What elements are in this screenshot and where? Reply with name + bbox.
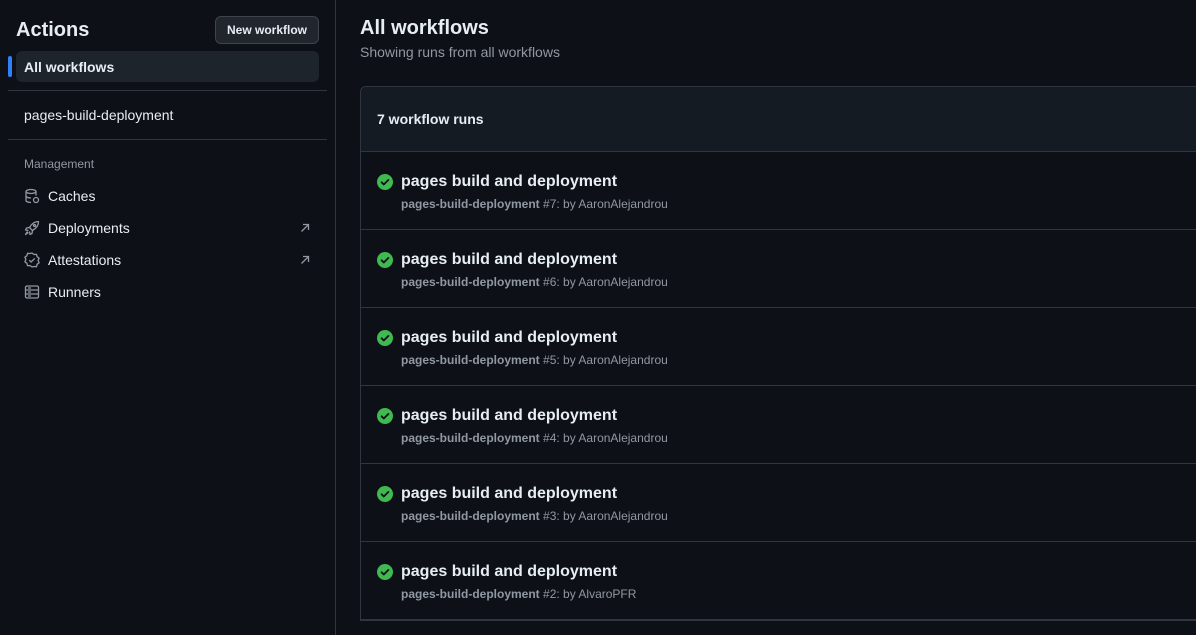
- run-number: #4: [543, 431, 557, 445]
- sidebar: Actions New workflow All workflows pages…: [0, 0, 336, 635]
- run-meta: pages-build-deployment #7: by AaronAleja…: [401, 197, 668, 211]
- run-workflow-name: pages-build-deployment: [401, 509, 540, 523]
- run-title-link[interactable]: pages build and deployment: [401, 328, 668, 348]
- sidebar-item-label: Attestations: [48, 252, 122, 268]
- run-actor: : by AaronAlejandrou: [556, 431, 668, 445]
- sidebar-item-runners[interactable]: Runners: [8, 276, 327, 308]
- runs-container: pages build and deployment pages-build-d…: [361, 152, 1196, 620]
- run-workflow-name: pages-build-deployment: [401, 275, 540, 289]
- run-details: pages build and deployment pages-build-d…: [401, 172, 668, 211]
- success-check-icon: [377, 408, 393, 424]
- runs-count-header: 7 workflow runs: [361, 87, 1196, 152]
- success-check-icon: [377, 330, 393, 346]
- sidebar-item-label: All workflows: [24, 58, 115, 75]
- workflow-runs-list: 7 workflow runs pages build and deployme…: [360, 86, 1196, 621]
- sidebar-item-attestations[interactable]: Attestations: [8, 244, 327, 276]
- server-icon: [24, 284, 40, 300]
- run-meta: pages-build-deployment #2: by AlvaroPFR: [401, 587, 636, 601]
- app-layout: Actions New workflow All workflows pages…: [0, 0, 1196, 635]
- sidebar-item-label: Deployments: [48, 220, 130, 236]
- main-content: All workflows Showing runs from all work…: [336, 0, 1196, 635]
- sidebar-item-label: Caches: [48, 188, 96, 204]
- sidebar-title: Actions: [16, 18, 90, 41]
- workflow-run-row[interactable]: pages build and deployment pages-build-d…: [361, 230, 1196, 308]
- run-meta: pages-build-deployment #4: by AaronAleja…: [401, 431, 668, 445]
- run-actor: : by AaronAlejandrou: [556, 509, 668, 523]
- sidebar-item-workflow[interactable]: pages-build-deployment: [8, 99, 327, 131]
- run-title-link[interactable]: pages build and deployment: [401, 484, 668, 504]
- workflow-run-row[interactable]: pages build and deployment pages-build-d…: [361, 386, 1196, 464]
- run-actor: : by AaronAlejandrou: [556, 197, 668, 211]
- runs-count: 7 workflow runs: [377, 111, 484, 127]
- page-subtitle: Showing runs from all workflows: [360, 44, 560, 60]
- success-check-icon: [377, 252, 393, 268]
- run-workflow-name: pages-build-deployment: [401, 587, 540, 601]
- sidebar-divider: [8, 90, 327, 91]
- management-list: Caches Deployments Attestations Runners: [8, 180, 327, 308]
- sidebar-item-deployments[interactable]: Deployments: [8, 212, 327, 244]
- sidebar-item-label: Runners: [48, 284, 101, 300]
- run-details: pages build and deployment pages-build-d…: [401, 328, 668, 367]
- workflow-run-row[interactable]: pages build and deployment pages-build-d…: [361, 152, 1196, 230]
- run-details: pages build and deployment pages-build-d…: [401, 562, 636, 601]
- run-actor: : by AaronAlejandrou: [556, 275, 668, 289]
- run-meta: pages-build-deployment #6: by AaronAleja…: [401, 275, 668, 289]
- run-number: #7: [543, 197, 557, 211]
- run-actor: : by AaronAlejandrou: [556, 353, 668, 367]
- database-icon: [24, 188, 40, 204]
- run-title-link[interactable]: pages build and deployment: [401, 406, 668, 426]
- sidebar-item-caches[interactable]: Caches: [8, 180, 327, 212]
- rocket-icon: [24, 220, 40, 236]
- verified-shield-icon: [24, 252, 40, 268]
- run-title-link[interactable]: pages build and deployment: [401, 250, 668, 270]
- sidebar-item-all-workflows[interactable]: All workflows: [8, 51, 319, 82]
- run-actor: : by AlvaroPFR: [556, 587, 637, 601]
- workflow-run-row[interactable]: pages build and deployment pages-build-d…: [361, 542, 1196, 620]
- run-number: #5: [543, 353, 557, 367]
- external-link-icon: [299, 222, 311, 234]
- run-details: pages build and deployment pages-build-d…: [401, 484, 668, 523]
- external-link-icon: [299, 254, 311, 266]
- sidebar-header: Actions New workflow: [8, 0, 327, 46]
- run-workflow-name: pages-build-deployment: [401, 431, 540, 445]
- management-heading: Management: [24, 157, 95, 171]
- run-details: pages build and deployment pages-build-d…: [401, 250, 668, 289]
- run-title-link[interactable]: pages build and deployment: [401, 562, 636, 582]
- sidebar-divider: [8, 139, 327, 140]
- run-title-link[interactable]: pages build and deployment: [401, 172, 668, 192]
- success-check-icon: [377, 174, 393, 190]
- new-workflow-button[interactable]: New workflow: [214, 16, 319, 44]
- run-details: pages build and deployment pages-build-d…: [401, 406, 668, 445]
- run-number: #2: [543, 587, 557, 601]
- run-number: #3: [543, 509, 557, 523]
- run-meta: pages-build-deployment #3: by AaronAleja…: [401, 509, 668, 523]
- run-workflow-name: pages-build-deployment: [401, 353, 540, 367]
- workflow-run-row[interactable]: pages build and deployment pages-build-d…: [361, 464, 1196, 542]
- page-title: All workflows: [360, 17, 489, 39]
- sidebar-item-label: pages-build-deployment: [24, 107, 174, 123]
- run-meta: pages-build-deployment #5: by AaronAleja…: [401, 353, 668, 367]
- success-check-icon: [377, 486, 393, 502]
- success-check-icon: [377, 564, 393, 580]
- run-workflow-name: pages-build-deployment: [401, 197, 540, 211]
- run-number: #6: [543, 275, 557, 289]
- workflow-run-row[interactable]: pages build and deployment pages-build-d…: [361, 308, 1196, 386]
